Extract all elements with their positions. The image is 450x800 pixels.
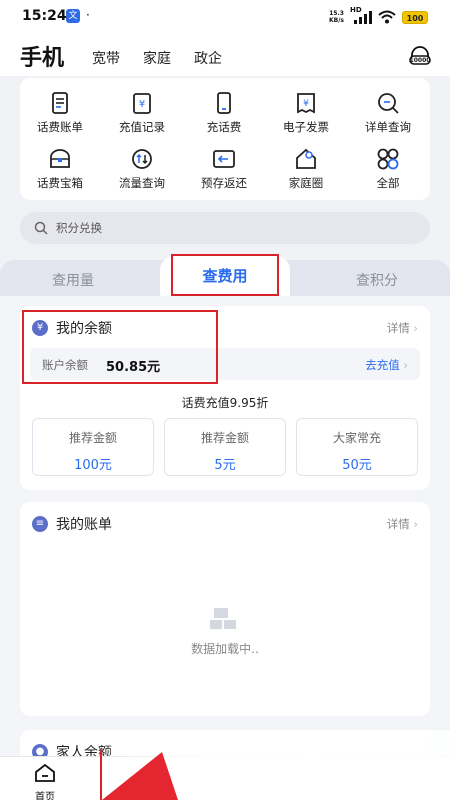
- grid-label: 电子发票: [283, 120, 329, 134]
- grid-label: 充话费: [206, 120, 242, 134]
- page-title[interactable]: 手机: [20, 40, 64, 72]
- grid-item-invoice[interactable]: ¥ 电子发票: [266, 90, 346, 140]
- customer-service-icon[interactable]: 10000: [408, 44, 432, 68]
- balance-detail-label: 详情: [386, 321, 410, 335]
- svg-text:¥: ¥: [303, 99, 309, 109]
- grid-label: 预存返还: [201, 176, 247, 190]
- grid-label: 家庭圈: [288, 176, 324, 190]
- recharge-option-value: 100元: [74, 458, 112, 473]
- family-circle-icon: [296, 148, 316, 169]
- bill-detail-link[interactable]: 详情 ›: [387, 516, 418, 532]
- nav-family[interactable]: 家庭: [143, 48, 171, 68]
- wifi-icon: [378, 10, 396, 24]
- recharge-option-value: 5元: [214, 458, 236, 473]
- highlight-box-tab: [171, 254, 279, 296]
- recharge-option-card[interactable]: 大家常充 50元: [296, 418, 418, 476]
- cellular-signal-icon: HD: [350, 6, 372, 24]
- recharge-option-label: 推荐金额: [68, 431, 117, 445]
- network-speed-unit: KB/s: [329, 17, 344, 24]
- grid-item-bill[interactable]: 话费账单: [20, 90, 100, 140]
- search-bar[interactable]: 积分兑换: [20, 212, 430, 244]
- grid-label: 话费宝箱: [37, 176, 83, 190]
- tab-usage[interactable]: 查用量: [0, 260, 180, 296]
- svg-text:¥: ¥: [139, 99, 145, 110]
- phone-recharge-icon: [217, 92, 231, 114]
- detail-query-icon: [378, 93, 399, 114]
- bill-detail-label: 详情: [386, 517, 410, 531]
- loading-text: 数据加载中..: [191, 642, 259, 656]
- data-query-icon: [132, 149, 152, 169]
- recharge-option-card[interactable]: 推荐金额 100元: [32, 418, 154, 476]
- network-speed: 15.3 KB/s: [329, 10, 344, 24]
- recharge-option-label: 推荐金额: [200, 431, 249, 445]
- grid-item-all[interactable]: 全部: [348, 146, 428, 196]
- home-icon: [35, 763, 55, 782]
- grid-item-recharge-record[interactable]: ¥ 充值记录: [102, 90, 182, 140]
- search-icon: [34, 221, 48, 235]
- grid-item-detail-query[interactable]: 详单查询: [348, 90, 428, 140]
- nav-government[interactable]: 政企: [194, 48, 222, 68]
- grid-item-data-query[interactable]: 流量查询: [102, 146, 182, 196]
- customer-service-label: 10000: [410, 57, 431, 64]
- grid-label: 全部: [376, 176, 400, 190]
- grid-item-prestore-return[interactable]: 预存返还: [184, 146, 264, 196]
- chevron-right-icon: ›: [413, 517, 418, 531]
- recharge-promo-text: 话费充值9.95折: [181, 396, 269, 410]
- status-dot: ·: [86, 8, 90, 22]
- prestore-return-icon: [213, 150, 235, 168]
- network-speed-value: 15.3: [329, 10, 344, 17]
- quick-service-grid: 话费账单 ¥ 充值记录 充话费 ¥ 电子发票 详单查询 话费宝箱 流量查询 预存…: [20, 78, 430, 200]
- highlight-box-balance: [22, 310, 218, 384]
- status-bar: 15:24 文 · 15.3 KB/s HD 100: [0, 0, 450, 34]
- bill-card-icon: ≡: [32, 516, 48, 532]
- chevron-right-icon: ›: [413, 321, 418, 335]
- recharge-option-label: 大家常充: [332, 431, 381, 445]
- grid-label: 充值记录: [119, 120, 165, 134]
- red-arrow-shape: [100, 750, 178, 800]
- recharge-option-card[interactable]: 推荐金额 5元: [164, 418, 286, 476]
- invoice-icon: ¥: [297, 93, 315, 114]
- grid-item-family-circle[interactable]: 家庭圈: [266, 146, 346, 196]
- search-placeholder: 积分兑换: [56, 221, 102, 235]
- recharge-record-icon: ¥: [133, 93, 151, 114]
- grid-item-treasure-box[interactable]: 话费宝箱: [20, 146, 100, 196]
- bill-icon: [52, 92, 68, 114]
- all-apps-icon: [377, 148, 399, 170]
- top-header: 手机 宽带 家庭 政企 10000: [0, 34, 450, 76]
- grid-label: 话费账单: [37, 120, 83, 134]
- treasure-box-icon: [50, 149, 70, 168]
- recharge-option-value: 50元: [342, 458, 372, 473]
- status-time: 15:24: [22, 8, 67, 24]
- grid-item-phone-recharge[interactable]: 充话费: [184, 90, 264, 140]
- nav-home[interactable]: 首页: [22, 763, 68, 800]
- recharge-link-label: 去充值: [365, 358, 400, 372]
- bill-title: 我的账单: [56, 517, 112, 533]
- recharge-link[interactable]: 去充值 ›: [365, 357, 408, 373]
- balance-detail-link[interactable]: 详情 ›: [387, 320, 418, 336]
- tab-points-label: 查积分: [356, 273, 398, 289]
- bill-card: ≡ 我的账单 详情 › 数据加载中..: [20, 502, 430, 716]
- notification-app-icon: 文: [66, 9, 80, 23]
- nav-broadband[interactable]: 宽带: [92, 48, 120, 68]
- status-right: 15.3 KB/s HD 100: [329, 6, 428, 25]
- grid-label: 详单查询: [365, 120, 411, 134]
- loading-placeholder-icon: [210, 608, 236, 629]
- grid-label: 流量查询: [119, 176, 165, 190]
- chevron-right-icon: ›: [403, 358, 408, 372]
- tab-usage-label: 查用量: [52, 273, 94, 289]
- battery-icon: 100: [402, 10, 428, 24]
- tab-points[interactable]: 查积分: [270, 260, 450, 296]
- nav-home-label: 首页: [35, 792, 55, 800]
